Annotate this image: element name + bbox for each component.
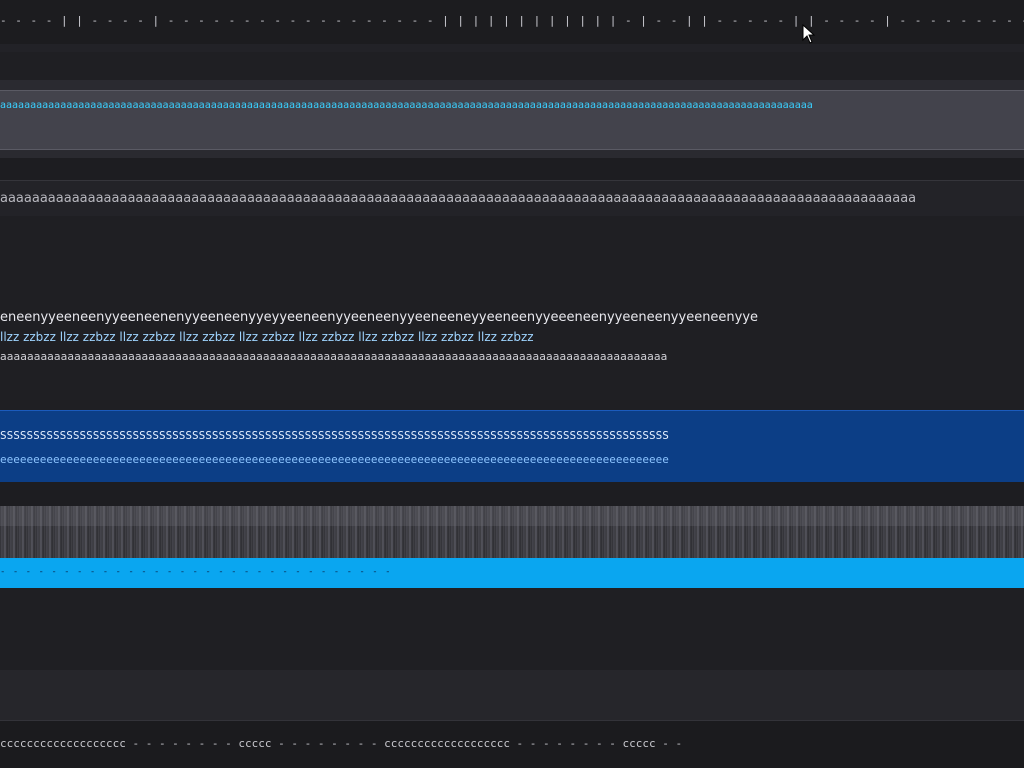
divider — [0, 44, 1024, 52]
empty-row — [0, 52, 1024, 80]
top-strip-text: - - - - | | - - - - | - - - - - - - - - … — [0, 14, 1024, 27]
text-row-label: aaaaaaaaaaaaaaaaaaaaaaaaaaaaaaaaaaaaaaaa… — [0, 191, 917, 206]
highlighted-row-panel — [0, 90, 1024, 150]
footer-panel — [0, 670, 1024, 721]
text-row[interactable]: aaaaaaaaaaaaaaaaaaaaaaaaaaaaaaaaaaaaaaaa… — [0, 180, 1024, 217]
status-bar-text: ccccccccccccccccccc - - - - - - - - cccc… — [0, 737, 683, 750]
selected-row[interactable]: SSSSSSSSSSSSSSSSSSSSSSSSSSSSSSSSSSSSSSSS… — [0, 410, 1024, 484]
empty-row — [0, 158, 1024, 180]
status-bar: ccccccccccccccccccc - - - - - - - - cccc… — [0, 721, 1024, 768]
text-block-line-1: eneenyyeeneenyyeeneenenyyeeneenyyeyyeene… — [0, 310, 759, 325]
progress-bar[interactable]: - - - - - - - - - - - - - - - - - - - - … — [0, 558, 1024, 588]
waveform-shade — [0, 506, 1024, 526]
mouse-pointer-icon — [802, 24, 816, 44]
screen: - - - - | | - - - - | - - - - - - - - - … — [0, 0, 1024, 768]
text-block-line-2: llzz zzbzz llzz zzbzz llzz zzbzz llzz zz… — [0, 330, 534, 344]
selected-row-line-1: SSSSSSSSSSSSSSSSSSSSSSSSSSSSSSSSSSSSSSSS… — [0, 429, 669, 442]
empty-row — [0, 588, 1024, 670]
top-strip: - - - - | | - - - - | - - - - - - - - - … — [0, 0, 1024, 44]
empty-row — [0, 216, 1024, 306]
selected-row-line-2: eeeeeeeeeeeeeeeeeeeeeeeeeeeeeeeeeeeeeeee… — [0, 453, 669, 466]
empty-row — [0, 482, 1024, 506]
text-block[interactable]: eneenyyeeneenyyeeneenenyyeeneenyyeyyeene… — [0, 306, 1024, 410]
progress-bar-text: - - - - - - - - - - - - - - - - - - - - … — [0, 567, 392, 577]
highlighted-row[interactable]: аааааааааааааааааааааааааааааааааааааааа… — [0, 80, 1024, 158]
highlighted-row-text: аааааааааааааааааааааааааааааааааааааааа… — [0, 100, 813, 111]
text-block-line-3: aaaaaaaaaaaaaaaaaaaaaaaaaaaaaaaaaaaaaaaa… — [0, 350, 668, 363]
